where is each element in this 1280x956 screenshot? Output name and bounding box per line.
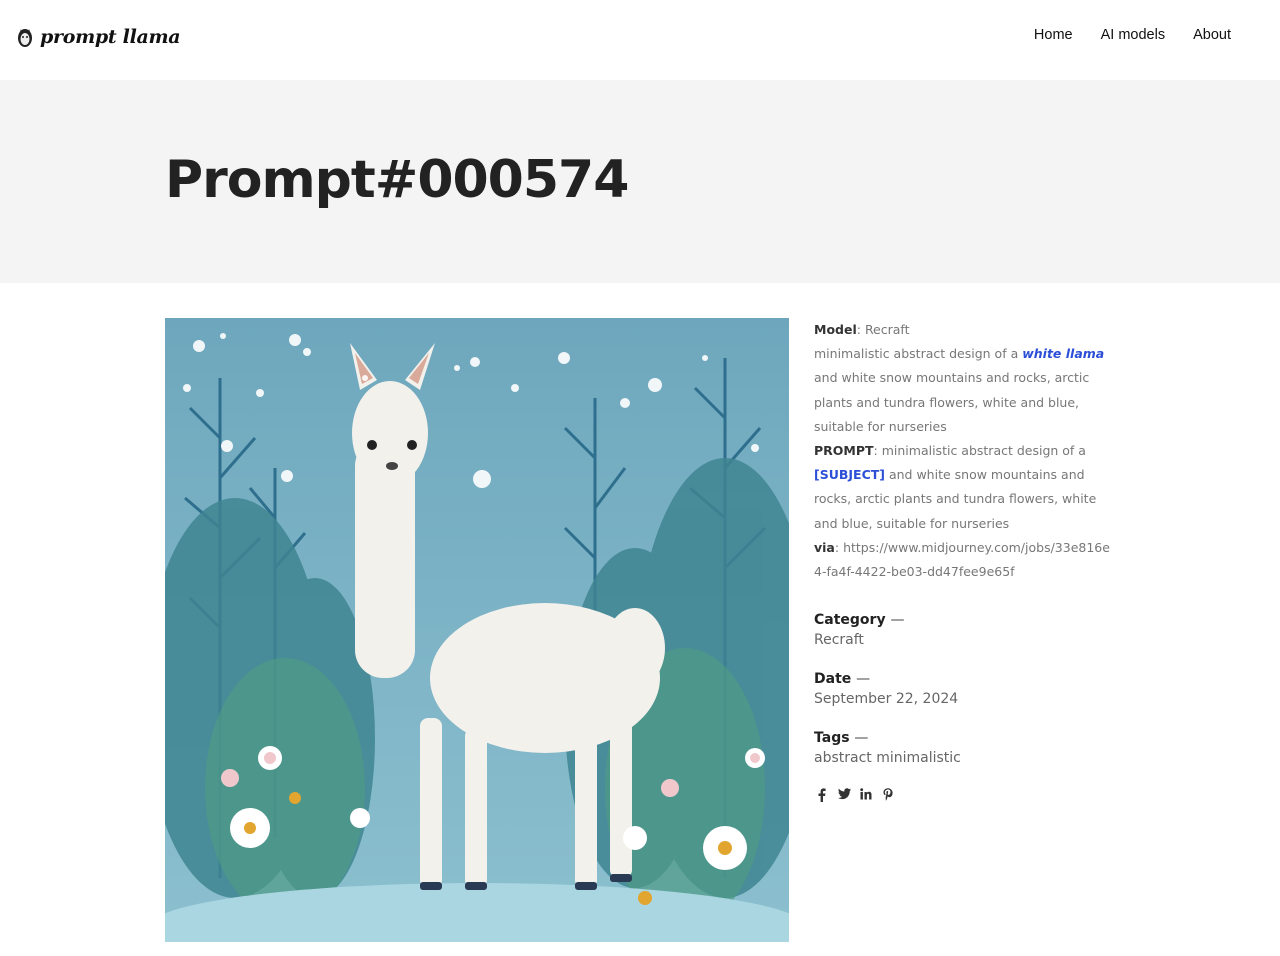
linkedin-icon[interactable] <box>859 788 873 804</box>
page-hero: Prompt#000574 <box>0 80 1280 283</box>
category-block: Category — Recraft <box>814 612 904 648</box>
date-label: Date — <box>814 671 958 687</box>
prompt-subject: [SUBJECT] <box>814 467 885 483</box>
tags-label-text: Tags <box>814 730 850 746</box>
nav-home[interactable]: Home <box>1034 27 1073 43</box>
page-title: Prompt#000574 <box>165 150 629 210</box>
tags-label: Tags — <box>814 730 961 746</box>
description-subject: white llama <box>1022 346 1105 362</box>
tags-value[interactable]: abstract minimalistic <box>814 750 961 766</box>
prompt-line: PROMPT: minimalistic abstract design of … <box>814 443 1097 531</box>
nav-ai-models[interactable]: AI models <box>1101 27 1165 43</box>
main-nav: Home AI models About <box>1006 27 1231 43</box>
category-value[interactable]: Recraft <box>814 632 904 648</box>
prompt-details: Model: Recraft minimalistic abstract des… <box>814 318 1114 584</box>
tags-block: Tags — abstract minimalistic <box>814 730 961 766</box>
facebook-icon[interactable] <box>815 788 829 804</box>
via-link[interactable]: https://www.midjourney.com/jobs/33e816e4… <box>814 540 1110 579</box>
logo-text: prompt llama <box>40 26 181 48</box>
date-block: Date — September 22, 2024 <box>814 671 958 707</box>
date-value: September 22, 2024 <box>814 691 959 707</box>
prompt-pre: minimalistic abstract design of a <box>881 443 1086 459</box>
share-icons <box>815 788 903 804</box>
date-label-text: Date <box>814 671 852 687</box>
category-label: Category — <box>814 612 904 628</box>
prompt-image <box>165 318 789 942</box>
site-header: prompt llama Home AI models About <box>0 0 1280 80</box>
description-post: and white snow mountains and rocks, arct… <box>814 370 1090 434</box>
date-dash: — <box>856 671 871 687</box>
nav-about[interactable]: About <box>1193 27 1231 43</box>
pinterest-icon[interactable] <box>881 788 895 804</box>
site-logo[interactable]: prompt llama <box>16 26 181 48</box>
model-label: Model <box>814 322 857 337</box>
description: minimalistic abstract design of a white … <box>814 342 1114 439</box>
via-label: via <box>814 539 835 555</box>
twitter-icon[interactable] <box>837 788 851 804</box>
tags-dash: — <box>854 730 869 746</box>
category-dash: — <box>890 612 905 628</box>
prompt-label: PROMPT <box>814 443 874 459</box>
llama-logo-icon <box>16 26 34 48</box>
model-value: Recraft <box>864 322 910 337</box>
description-pre: minimalistic abstract design of a <box>814 346 1023 362</box>
category-label-text: Category <box>814 612 886 628</box>
model-line: Model: Recraft <box>814 322 910 337</box>
via-line: via: https://www.midjourney.com/jobs/33e… <box>814 539 1110 580</box>
